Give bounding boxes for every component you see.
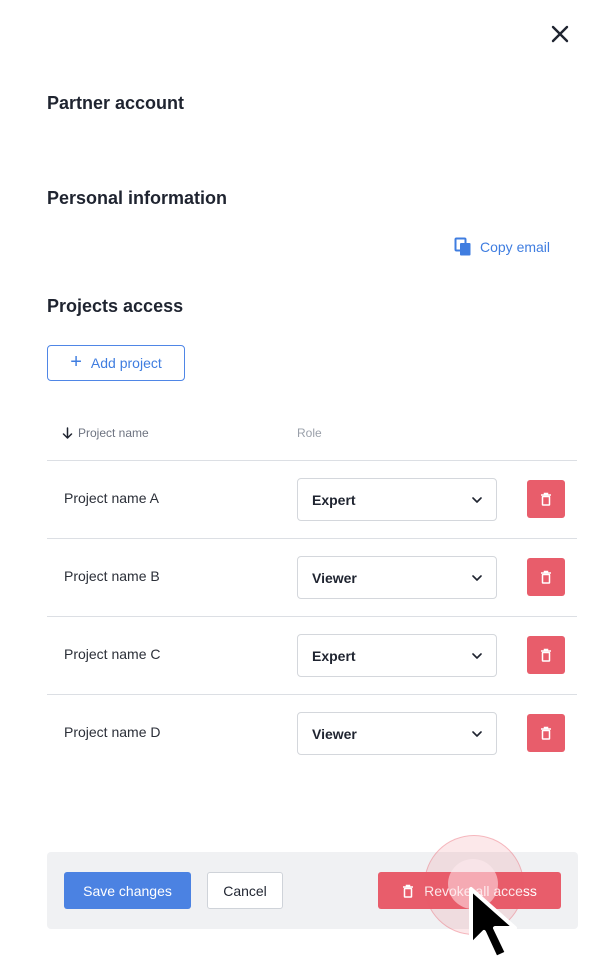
delete-project-button[interactable] — [527, 480, 565, 518]
role-select[interactable]: Viewer — [297, 712, 497, 755]
trash-icon — [541, 648, 551, 662]
delete-project-button[interactable] — [527, 558, 565, 596]
personal-information-title: Personal information — [47, 188, 228, 208]
add-project-button[interactable]: + Add project — [47, 345, 185, 381]
project-name-column-header[interactable]: Project name — [62, 426, 149, 440]
chevron-down-icon — [472, 652, 482, 659]
table-row: Project name B Viewer — [47, 538, 577, 616]
role-select-value: Viewer — [312, 725, 357, 742]
delete-project-button[interactable] — [527, 714, 565, 752]
arrow-down-icon — [62, 427, 73, 439]
cancel-button[interactable]: Cancel — [207, 872, 283, 909]
close-button[interactable] — [546, 20, 574, 48]
copy-email-label: Copy email — [480, 239, 551, 255]
partner-account-title: Partner account — [47, 93, 185, 113]
role-column-header: Role — [297, 426, 322, 440]
project-name-header-label: Project name — [78, 426, 149, 440]
role-select[interactable]: Expert — [297, 634, 497, 677]
projects-access-title: Projects access — [47, 296, 184, 316]
save-changes-button[interactable]: Save changes — [64, 872, 191, 909]
copy-email-link[interactable]: Copy email — [454, 236, 550, 258]
project-name-cell: Project name B — [64, 568, 160, 584]
trash-icon — [541, 726, 551, 740]
add-project-label: Add project — [90, 355, 162, 371]
mouse-pointer-icon — [469, 887, 517, 960]
role-select-value: Expert — [312, 647, 356, 664]
table-row: Project name C Expert — [47, 616, 577, 694]
plus-icon: + — [70, 351, 82, 373]
role-select[interactable]: Expert — [297, 478, 497, 521]
chevron-down-icon — [472, 496, 482, 503]
table-row: Project name A Expert — [47, 460, 577, 538]
trash-icon — [541, 492, 551, 506]
table-row: Project name D Viewer — [47, 694, 577, 772]
chevron-down-icon — [472, 574, 482, 581]
role-select-value: Viewer — [312, 569, 357, 586]
delete-project-button[interactable] — [527, 636, 565, 674]
project-name-cell: Project name A — [64, 490, 159, 506]
project-name-cell: Project name C — [64, 646, 161, 662]
chevron-down-icon — [472, 730, 482, 737]
trash-icon — [403, 884, 414, 898]
role-header-label: Role — [297, 426, 322, 440]
trash-icon — [541, 570, 551, 584]
role-select-value: Expert — [312, 491, 356, 508]
project-name-cell: Project name D — [64, 724, 161, 740]
close-icon — [551, 25, 569, 43]
role-select[interactable]: Viewer — [297, 556, 497, 599]
copy-icon — [454, 237, 471, 256]
